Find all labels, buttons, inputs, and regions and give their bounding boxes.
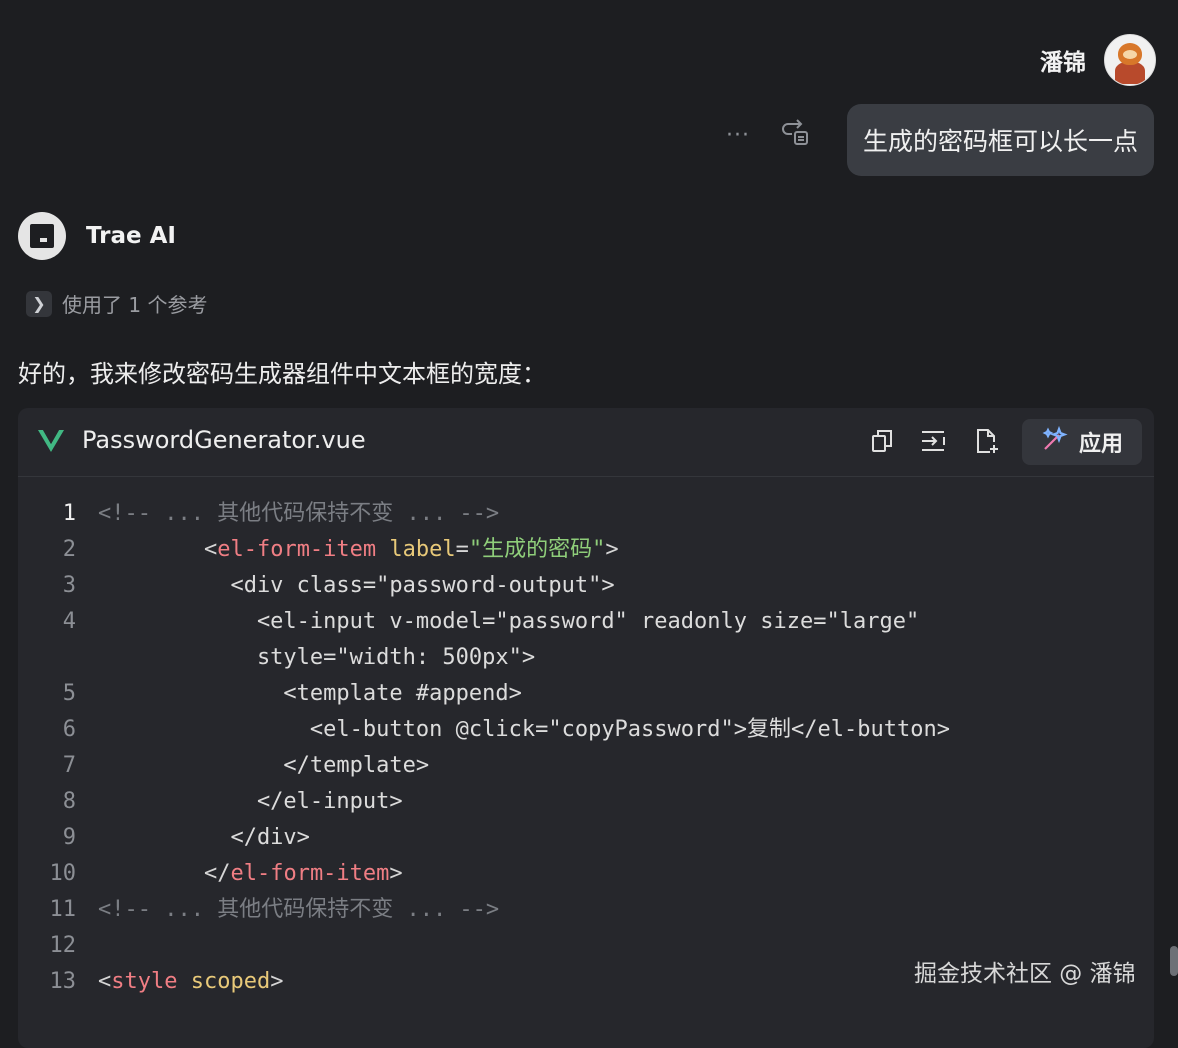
line-number: 6 xyxy=(62,717,76,742)
code-text: </template> xyxy=(98,748,429,784)
code-line: 1 <!-- ... 其他代码保持不变 ... --> xyxy=(18,496,1154,532)
line-number: 9 xyxy=(62,825,76,850)
code-token: > xyxy=(605,537,619,562)
code-token: < xyxy=(98,969,112,994)
user-name: 潘锦 xyxy=(1040,50,1086,76)
line-number: 8 xyxy=(62,789,76,814)
ai-header: Trae AI xyxy=(18,212,176,260)
code-token: scoped xyxy=(190,969,271,994)
code-token: style xyxy=(111,969,178,994)
magic-wand-icon xyxy=(1041,425,1069,459)
user-message-bubble: 生成的密码框可以长一点 xyxy=(846,104,1154,176)
references-label: 使用了 1 个参考 xyxy=(62,293,208,317)
code-token: style="width: 500px"> xyxy=(98,645,536,670)
line-number: 4 xyxy=(62,609,76,634)
line-number: 11 xyxy=(49,897,77,922)
code-token: </div> xyxy=(98,825,310,850)
code-line: style="width: 500px"> xyxy=(18,640,1154,676)
code-text: <template #append> xyxy=(98,676,522,712)
code-body: 1 <!-- ... 其他代码保持不变 ... --> 2 <el-form-ite… xyxy=(18,496,1154,1000)
code-token: <template #append> xyxy=(98,681,522,706)
add-file-icon[interactable] xyxy=(974,428,1000,454)
line-number: 7 xyxy=(62,753,76,778)
code-text: </div> xyxy=(98,820,310,856)
code-line: 2 <el-form-item label="生成的密码"> xyxy=(18,532,1154,568)
code-text: style="width: 500px"> xyxy=(98,640,535,676)
code-block-header: PasswordGenerator.vue 应用 xyxy=(18,408,1154,477)
apply-button[interactable]: 应用 xyxy=(1022,419,1142,465)
code-token: label xyxy=(389,537,456,562)
code-token: > xyxy=(389,861,403,886)
line-number: 13 xyxy=(49,969,77,994)
code-text: <el-button @click="copyPassword">复制</el-… xyxy=(98,712,950,748)
code-file-name: PasswordGenerator.vue xyxy=(82,426,366,454)
code-token: = xyxy=(455,537,469,562)
apply-label: 应用 xyxy=(1078,432,1123,457)
code-line: 4 <el-input v-model="password" readonly … xyxy=(18,604,1154,640)
code-line: 7 </template> xyxy=(18,748,1154,784)
code-line: 8 </el-input> xyxy=(18,784,1154,820)
code-line: 10 </el-form-item> xyxy=(18,856,1154,892)
code-token: </el-input> xyxy=(98,789,403,814)
user-header: 潘锦 xyxy=(1040,34,1156,86)
code-token: > xyxy=(270,969,284,994)
chevron-right-icon: ❯ xyxy=(26,290,52,317)
line-number: 10 xyxy=(49,861,77,886)
code-token: el-form-item xyxy=(230,861,390,886)
message-actions: ··· xyxy=(726,118,810,152)
reference-icon[interactable] xyxy=(780,118,810,152)
insert-at-cursor-icon[interactable] xyxy=(920,428,946,454)
code-text: <!-- ... 其他代码保持不变 ... --> xyxy=(98,496,499,532)
code-text: <el-input v-model="password" readonly si… xyxy=(98,604,919,640)
code-token: </ xyxy=(203,861,231,886)
scrollbar-thumb[interactable] xyxy=(1170,946,1178,976)
code-text: <el-form-item label="生成的密码"> xyxy=(98,532,619,568)
line-number: 1 xyxy=(62,501,76,526)
code-token: < xyxy=(203,537,218,562)
code-line: 11 <!-- ... 其他代码保持不变 ... --> xyxy=(18,892,1154,928)
code-token: <el-button @click="copyPassword">复制</el-… xyxy=(98,717,950,742)
code-text: <style scoped> xyxy=(98,964,283,1000)
copy-icon[interactable] xyxy=(870,428,896,454)
code-text: <div class="password-output"> xyxy=(98,568,615,604)
code-text: <!-- ... 其他代码保持不变 ... --> xyxy=(98,892,499,928)
line-number: 2 xyxy=(62,537,76,562)
code-line: 3 <div class="password-output"> xyxy=(18,568,1154,604)
code-token: <!-- ... 其他代码保持不变 ... --> xyxy=(98,897,500,922)
user-avatar[interactable] xyxy=(1104,34,1156,86)
line-number: 12 xyxy=(49,933,77,958)
user-message-text: 生成的密码框可以长一点 xyxy=(862,127,1138,156)
ai-intro-text: 好的，我来修改密码生成器组件中文本框的宽度： xyxy=(18,360,546,388)
ai-name: Trae AI xyxy=(86,223,176,249)
watermark: 掘金技术社区 @ 潘锦 xyxy=(914,961,1136,987)
code-token: <el-input v-model="password" readonly si… xyxy=(98,609,920,634)
code-text: </el-form-item> xyxy=(98,856,403,892)
line-number: 5 xyxy=(62,681,76,706)
references-toggle[interactable]: ❯ 使用了 1 个参考 xyxy=(26,289,207,318)
code-line: 9 </div> xyxy=(18,820,1154,856)
code-token: <!-- ... 其他代码保持不变 ... --> xyxy=(98,501,500,526)
line-number: 3 xyxy=(62,573,76,598)
code-line: 6 <el-button @click="copyPassword">复制</e… xyxy=(18,712,1154,748)
ai-avatar xyxy=(18,212,66,260)
code-text: </el-input> xyxy=(98,784,403,820)
code-token: </template> xyxy=(98,753,430,778)
vue-icon xyxy=(38,430,64,456)
code-line: 5 <template #append> xyxy=(18,676,1154,712)
code-block: PasswordGenerator.vue 应用 1 <!-- ... 其他代码… xyxy=(18,408,1154,1048)
code-token: "生成的密码" xyxy=(468,537,606,562)
more-options-button[interactable]: ··· xyxy=(726,123,750,148)
code-token: el-form-item xyxy=(217,537,377,562)
code-token: <div class="password-output"> xyxy=(98,573,615,598)
